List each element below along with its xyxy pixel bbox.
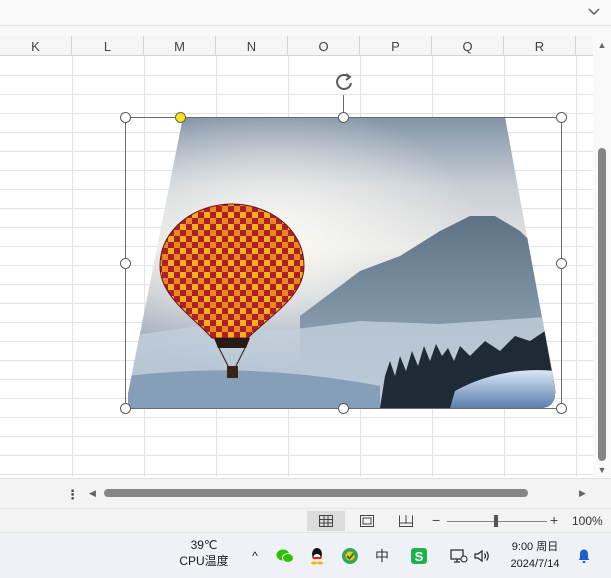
page-break-view-icon[interactable] <box>387 511 425 531</box>
worksheet-grid[interactable] <box>0 56 593 477</box>
notification-bell-icon[interactable] <box>573 545 595 567</box>
scroll-up-icon[interactable]: ▲ <box>597 40 607 50</box>
network-icon[interactable] <box>448 545 470 567</box>
taskbar-clock[interactable]: 9:00 周日 2024/7/14 <box>502 539 568 573</box>
normal-view-icon[interactable] <box>307 511 345 531</box>
status-bar: − + 100% <box>0 508 611 532</box>
resize-handle-top-left[interactable] <box>120 112 131 123</box>
column-header-N[interactable]: N <box>216 36 288 56</box>
column-header-Q[interactable]: Q <box>432 36 504 56</box>
page-layout-view-icon[interactable] <box>348 511 386 531</box>
resize-handle-bottom-left[interactable] <box>120 403 131 414</box>
zoom-in-button[interactable]: + <box>550 512 558 528</box>
more-options-icon[interactable]: ⋮ <box>66 487 79 503</box>
zoom-slider-thumb[interactable] <box>494 515 498 527</box>
temperature-value: 39℃ <box>190 538 218 552</box>
resize-handle-bottom-right[interactable] <box>556 403 567 414</box>
clock-date: 2024/7/14 <box>510 558 560 570</box>
column-header-S[interactable] <box>576 36 593 56</box>
column-header-K[interactable]: K <box>0 36 72 56</box>
column-header-M[interactable]: M <box>144 36 216 56</box>
resize-handle-left[interactable] <box>120 258 131 269</box>
resize-handle-top[interactable] <box>338 112 349 123</box>
ime-chinese-indicator[interactable]: 中 <box>371 545 393 567</box>
cpu-label: CPU温度 <box>179 554 229 568</box>
column-header-row: K L M N O P Q R <box>0 36 593 56</box>
zoom-level[interactable]: 100% <box>572 514 603 528</box>
zoom-out-button[interactable]: − <box>432 512 440 528</box>
vertical-scroll-thumb[interactable] <box>598 148 606 461</box>
horizontal-scroll-thumb[interactable] <box>104 489 528 497</box>
clock-time: 9:00 周日 <box>511 541 559 553</box>
svg-text:S: S <box>415 549 424 564</box>
tray-overflow-icon[interactable]: ^ <box>244 545 266 567</box>
column-header-R[interactable]: R <box>504 36 576 56</box>
wechat-icon[interactable] <box>274 545 296 567</box>
taskbar: 39℃ CPU温度 ^ 中 S 9:00 周日 2024/7/14 <box>0 532 611 578</box>
sogou-input-icon[interactable]: S <box>408 545 430 567</box>
chevron-down-icon[interactable] <box>585 3 603 21</box>
rotate-handle-icon[interactable] <box>333 71 355 93</box>
volume-icon[interactable] <box>471 545 493 567</box>
cpu-temperature-widget[interactable]: 39℃ CPU温度 <box>172 537 236 569</box>
hot-air-balloon-image[interactable] <box>0 56 593 477</box>
ribbon-strip <box>0 0 611 26</box>
vertical-scrollbar[interactable]: ▲ ▼ <box>593 36 611 477</box>
resize-handle-right[interactable] <box>556 258 567 269</box>
adjust-handle-yellow[interactable] <box>175 112 186 123</box>
qq-icon[interactable] <box>306 545 328 567</box>
resize-handle-bottom[interactable] <box>338 403 349 414</box>
scroll-right-icon[interactable]: ▶ <box>579 488 586 499</box>
scroll-down-icon[interactable]: ▼ <box>597 465 607 475</box>
column-header-L[interactable]: L <box>72 36 144 56</box>
column-header-O[interactable]: O <box>288 36 360 56</box>
resize-handle-top-right[interactable] <box>556 112 567 123</box>
scroll-left-icon[interactable]: ◀ <box>89 488 96 499</box>
formula-bar-gap <box>0 26 611 36</box>
horizontal-scroll-row: ⋮ ◀ ▶ <box>0 478 611 508</box>
column-header-P[interactable]: P <box>360 36 432 56</box>
security-app-icon[interactable] <box>339 545 361 567</box>
